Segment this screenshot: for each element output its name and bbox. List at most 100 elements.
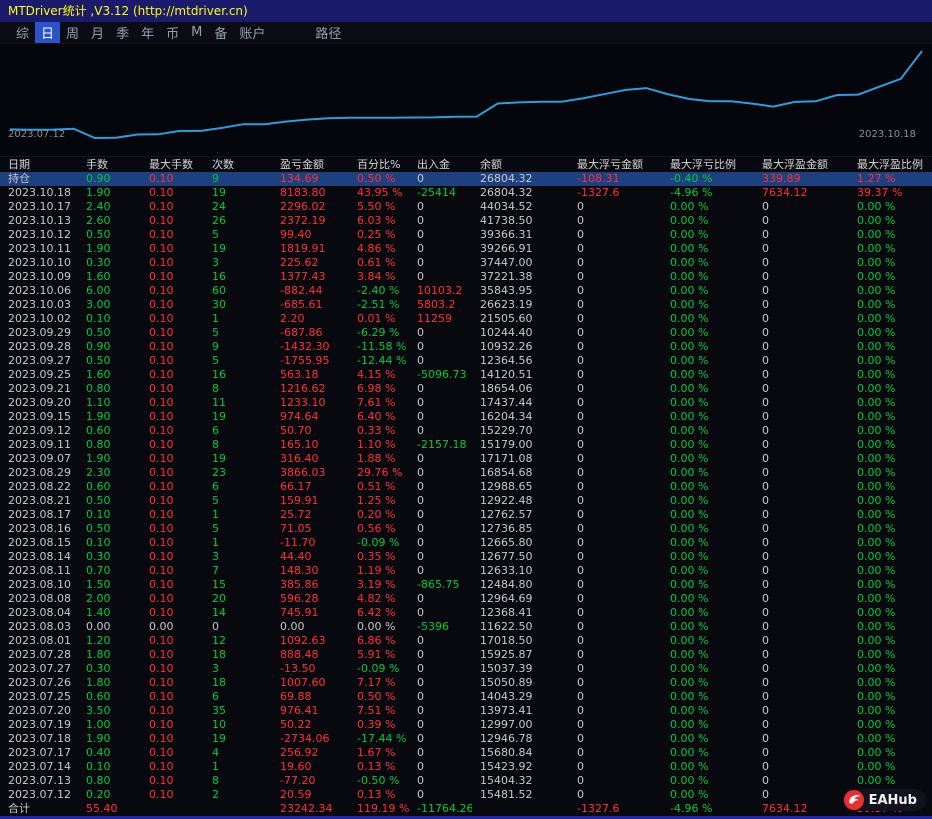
menu-item-日[interactable]: 日 [35,22,60,43]
table-row[interactable]: 2023.07.250.600.10669.880.50 %014043.290… [0,690,932,704]
menu-item-月[interactable]: 月 [85,22,110,43]
table-row[interactable]: 2023.08.140.300.10344.400.35 %012677.500… [0,550,932,564]
table-row-holding[interactable]: 持仓0.900.109134.690.50 %026804.32-108.31-… [0,172,932,186]
cell-max-float-loss: 0 [569,788,662,802]
cell-percent: -2.51 % [349,298,409,312]
column-header-max-float-profit[interactable]: 最大浮盈金额 [754,157,849,172]
table-row[interactable]: 2023.07.181.900.1019-2734.06-17.44 %0129… [0,732,932,746]
table-row-total[interactable]: 合计55.4023242.34119.19 %-11764.26-1327.6-… [0,802,932,816]
table-row[interactable]: 2023.10.020.100.1012.200.01 %1125921505.… [0,312,932,326]
table-row[interactable]: 2023.10.100.300.103225.620.61 %037447.00… [0,256,932,270]
table-row[interactable]: 2023.08.160.500.10571.050.56 %012736.850… [0,522,932,536]
cell-in-out: -5096.73 [409,368,472,382]
table-row[interactable]: 2023.07.130.800.108-77.20-0.50 %015404.3… [0,774,932,788]
cell-percent: -17.44 % [349,732,409,746]
cell-max-lots: 0.10 [141,228,204,242]
cell-percent: -2.40 % [349,284,409,298]
cell-balance: 12633.10 [472,564,569,578]
menu-item-币[interactable]: 币 [160,22,185,43]
cell-in-out: 0 [409,550,472,564]
menu-item-季[interactable]: 季 [110,22,135,43]
cell-percent: 6.86 % [349,634,409,648]
table-row[interactable]: 2023.10.111.900.10191819.914.86 %039266.… [0,242,932,256]
menu-item-备[interactable]: 备 [208,22,233,43]
table-row[interactable]: 2023.07.203.500.1035976.417.51 %013973.4… [0,704,932,718]
table-row[interactable]: 2023.08.170.100.10125.720.20 %012762.570… [0,508,932,522]
cell-max-lots: 0.10 [141,536,204,550]
cell-max-float-profit-ratio: 0.00 % [849,508,932,522]
menu-item-路径[interactable]: 路径 [309,22,347,43]
table-row[interactable]: 2023.08.101.500.1015385.863.19 %-865.751… [0,578,932,592]
cell-date: 2023.07.19 [0,718,78,732]
table-row[interactable]: 2023.08.220.600.10666.170.51 %012988.650… [0,480,932,494]
table-row[interactable]: 2023.09.290.500.105-687.86-6.29 %010244.… [0,326,932,340]
table-row[interactable]: 2023.08.292.300.10233866.0329.76 %016854… [0,466,932,480]
column-header-count[interactable]: 次数 [204,157,272,172]
table-row[interactable]: 2023.10.172.400.10242296.025.50 %044034.… [0,200,932,214]
cell-lots: 0.70 [78,564,141,578]
menu-item-周[interactable]: 周 [60,22,85,43]
table-row[interactable]: 2023.09.201.100.10111233.107.61 %017437.… [0,396,932,410]
table-row[interactable]: 2023.09.280.900.109-1432.30-11.58 %01093… [0,340,932,354]
cell-max-lots [141,802,204,816]
cell-count: 60 [204,284,272,298]
cell-max-float-loss: 0 [569,340,662,354]
cell-max-lots: 0.10 [141,382,204,396]
table-row[interactable]: 2023.08.041.400.1014745.916.42 %012368.4… [0,606,932,620]
table-row[interactable]: 2023.10.033.000.1030-685.61-2.51 %5803.2… [0,298,932,312]
table-row[interactable]: 2023.09.270.500.105-1755.95-12.44 %01236… [0,354,932,368]
table-row[interactable]: 2023.09.120.600.10650.700.33 %015229.700… [0,424,932,438]
cell-max-float-profit-ratio: 0.00 % [849,718,932,732]
table-row[interactable]: 2023.10.120.500.10599.400.25 %039366.310… [0,228,932,242]
cell-lots: 2.60 [78,214,141,228]
table-row[interactable]: 2023.08.150.100.101-11.70-0.09 %012665.8… [0,536,932,550]
table-row[interactable]: 2023.10.132.600.10262372.196.03 %041738.… [0,214,932,228]
column-header-max-lots[interactable]: 最大手数 [141,157,204,172]
cell-in-out: 0 [409,732,472,746]
table-row[interactable]: 2023.09.110.800.108165.101.10 %-2157.181… [0,438,932,452]
column-header-percent[interactable]: 百分比% [349,157,409,172]
cell-max-float-loss-ratio: 0.00 % [662,242,754,256]
menu-item-年[interactable]: 年 [135,22,160,43]
column-header-in-out[interactable]: 出入金 [409,157,472,172]
column-header-max-float-loss-ratio[interactable]: 最大浮亏比例 [662,157,754,172]
cell-count: 8 [204,382,272,396]
table-row[interactable]: 2023.09.151.900.1019974.646.40 %016204.3… [0,410,932,424]
column-header-date[interactable]: 日期 [0,157,78,172]
column-header-max-float-profit-ratio[interactable]: 最大浮盈比例 [849,157,932,172]
table-row[interactable]: 2023.07.170.400.104256.921.67 %015680.84… [0,746,932,760]
column-header-balance[interactable]: 余额 [472,157,569,172]
table-row[interactable]: 2023.10.066.000.1060-882.44-2.40 %10103.… [0,284,932,298]
cell-percent: 0.56 % [349,522,409,536]
cell-in-out: 0 [409,662,472,676]
table-row[interactable]: 2023.07.140.100.10119.600.13 %015423.920… [0,760,932,774]
cell-max-lots: 0.10 [141,494,204,508]
table-row[interactable]: 2023.09.251.600.1016563.184.15 %-5096.73… [0,368,932,382]
table-row[interactable]: 2023.07.281.800.1018888.485.91 %015925.8… [0,648,932,662]
cell-max-float-profit: 0 [754,410,849,424]
table-row[interactable]: 2023.09.071.900.1019316.401.88 %017171.0… [0,452,932,466]
table-row[interactable]: 2023.10.181.900.10198183.8043.95 %-25414… [0,186,932,200]
table-row[interactable]: 2023.10.091.600.10161377.433.84 %037221.… [0,270,932,284]
table-row[interactable]: 2023.08.011.200.10121092.636.86 %017018.… [0,634,932,648]
cell-balance: 26804.32 [472,172,569,186]
cell-max-float-loss: 0 [569,466,662,480]
table-row[interactable]: 2023.08.030.000.0000.000.00 %-539611622.… [0,620,932,634]
column-header-max-float-loss[interactable]: 最大浮亏金额 [569,157,662,172]
cell-max-float-profit: 0 [754,228,849,242]
table-row[interactable]: 2023.08.082.000.1020596.284.82 %012964.6… [0,592,932,606]
column-header-lots[interactable]: 手数 [78,157,141,172]
menu-item-综[interactable]: 综 [10,22,35,43]
cell-max-float-loss-ratio: 0.00 % [662,550,754,564]
menu-item-账户[interactable]: 账户 [233,22,271,43]
table-row[interactable]: 2023.07.270.300.103-13.50-0.09 %015037.3… [0,662,932,676]
column-header-profit[interactable]: 盈亏金额 [272,157,349,172]
table-row[interactable]: 2023.08.210.500.105159.911.25 %012922.48… [0,494,932,508]
cell-max-float-profit: 0 [754,256,849,270]
table-row[interactable]: 2023.09.210.800.1081216.626.98 %018654.0… [0,382,932,396]
menu-item-M[interactable]: M [185,24,208,41]
table-row[interactable]: 2023.07.261.800.10181007.607.17 %015050.… [0,676,932,690]
table-row[interactable]: 2023.07.191.000.101050.220.39 %012997.00… [0,718,932,732]
table-row[interactable]: 2023.07.120.200.10220.590.13 %015481.520… [0,788,932,802]
table-row[interactable]: 2023.08.110.700.107148.301.19 %012633.10… [0,564,932,578]
